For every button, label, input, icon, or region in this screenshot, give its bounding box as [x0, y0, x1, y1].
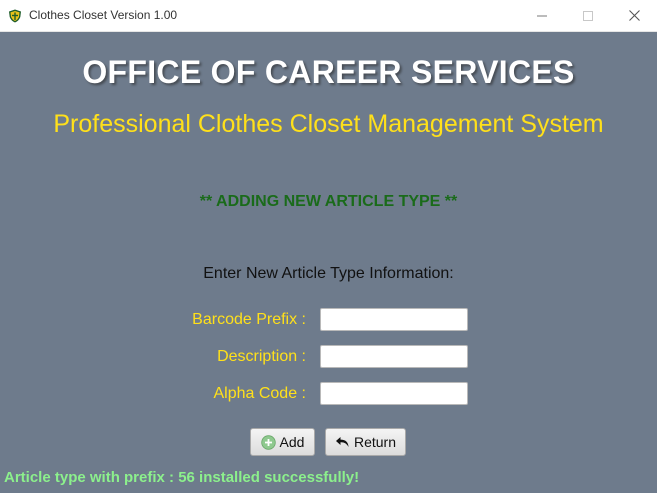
add-button-label: Add: [279, 434, 305, 450]
description-label: Description :: [217, 348, 306, 365]
description-input[interactable]: [320, 345, 468, 368]
status-message: Article type with prefix : 56 installed …: [4, 469, 360, 486]
shield-icon: [8, 8, 22, 23]
section-title: ** ADDING NEW ARTICLE TYPE **: [199, 193, 458, 210]
barcode-prefix-label: Barcode Prefix :: [192, 311, 306, 328]
minimize-icon: [537, 6, 547, 25]
window-title: Clothes Closet Version 1.00: [29, 8, 178, 22]
page-subtitle: Professional Clothes Closet Management S…: [53, 110, 604, 138]
close-button[interactable]: [611, 0, 657, 31]
alpha-code-label: Alpha Code :: [213, 385, 306, 402]
return-arrow-icon: [335, 435, 350, 449]
return-button[interactable]: Return: [325, 428, 406, 456]
add-button[interactable]: Add: [250, 428, 315, 456]
close-icon: [628, 6, 640, 25]
maximize-button[interactable]: [565, 0, 611, 31]
maximize-icon: [583, 6, 593, 25]
minimize-button[interactable]: [519, 0, 565, 31]
form-prompt: Enter New Article Type Information:: [203, 265, 454, 282]
barcode-prefix-input[interactable]: [320, 308, 468, 331]
page-title: OFFICE OF CAREER SERVICES: [82, 54, 575, 90]
main-panel: OFFICE OF CAREER SERVICES Professional C…: [0, 32, 657, 493]
alpha-code-input[interactable]: [320, 382, 468, 405]
title-bar: Clothes Closet Version 1.00: [0, 0, 657, 32]
return-button-label: Return: [353, 434, 397, 450]
plus-circle-icon: [260, 434, 276, 450]
